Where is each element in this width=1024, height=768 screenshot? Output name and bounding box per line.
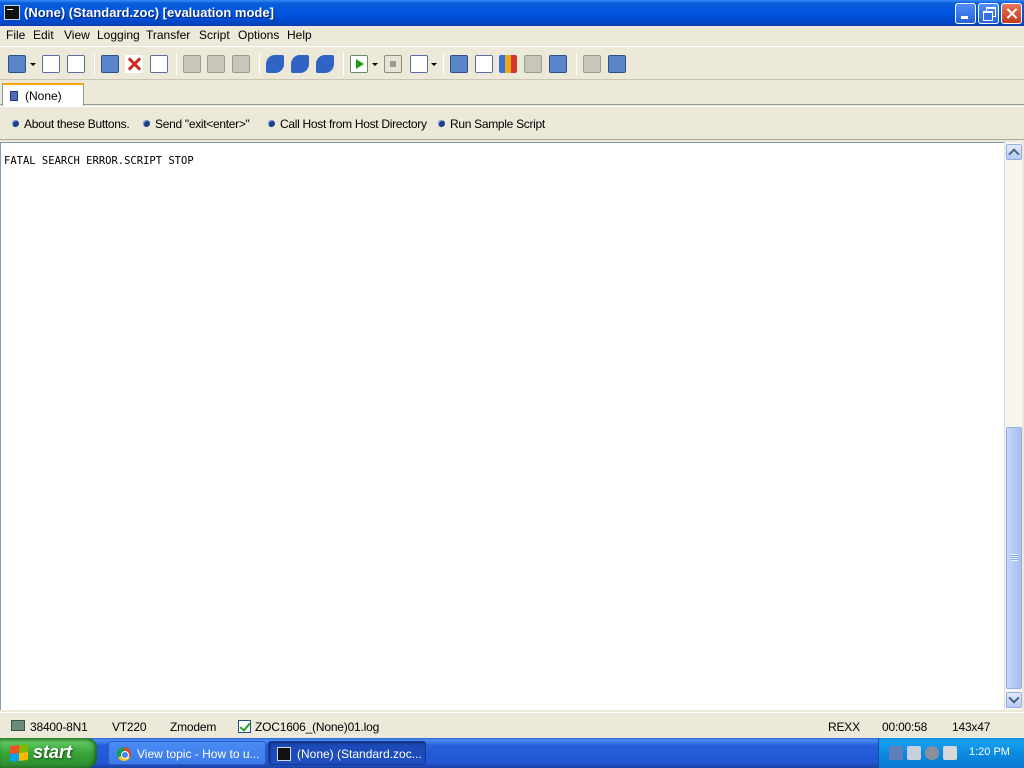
- toolbar-separator: [343, 53, 344, 75]
- start-button[interactable]: start: [0, 738, 97, 768]
- clock[interactable]: 1:20 PM: [969, 746, 1010, 758]
- bullet-icon: [438, 120, 445, 127]
- run-script-icon[interactable]: [350, 55, 368, 73]
- volume-icon[interactable]: [943, 746, 957, 760]
- menu-options[interactable]: Options: [238, 28, 279, 42]
- program-settings-icon[interactable]: [583, 55, 601, 73]
- toolbar-separator: [443, 53, 444, 75]
- paste-icon[interactable]: [207, 55, 225, 73]
- bullet-icon: [143, 120, 150, 127]
- toolbar-separator: [94, 53, 95, 75]
- terminal-icon: [277, 747, 291, 761]
- session-profile-icon[interactable]: [450, 55, 468, 73]
- system-tray: 1:20 PM: [878, 738, 1024, 768]
- toolbar-separator: [576, 53, 577, 75]
- quick-connect-icon[interactable]: [8, 55, 26, 73]
- menu-logging[interactable]: Logging: [97, 28, 140, 42]
- taskbar: start View topic - How to u... (None) (S…: [0, 738, 1024, 768]
- options-icon[interactable]: [608, 55, 626, 73]
- about-buttons-button[interactable]: About these Buttons.: [12, 117, 130, 131]
- menu-transfer[interactable]: Transfer: [146, 28, 190, 42]
- status-emulation[interactable]: VT220: [112, 720, 147, 734]
- bullet-icon: [268, 120, 275, 127]
- reply-icon[interactable]: [266, 55, 284, 73]
- emulation-settings-icon[interactable]: [524, 55, 542, 73]
- status-logfile[interactable]: ZOC1606_(None)01.log: [255, 720, 379, 734]
- scroll-up-button[interactable]: [1006, 144, 1022, 160]
- security-icon[interactable]: [925, 746, 939, 760]
- menu-file[interactable]: File: [6, 28, 25, 42]
- toolbar-separator: [176, 53, 177, 75]
- button-label: About these Buttons.: [24, 117, 130, 131]
- start-label: start: [33, 742, 73, 762]
- chrome-icon: [117, 747, 131, 761]
- terminal-screen[interactable]: FATAL SEARCH ERROR.SCRIPT STOP: [0, 142, 1004, 710]
- chevron-down-icon[interactable]: [30, 63, 36, 66]
- copy-icon[interactable]: [183, 55, 201, 73]
- restore-button[interactable]: [978, 3, 999, 24]
- minimize-button[interactable]: [955, 3, 976, 24]
- scroll-thumb[interactable]: [1006, 427, 1022, 689]
- button-label: Send "exit<enter>": [155, 117, 250, 131]
- terminal-app-icon[interactable]: [4, 5, 20, 20]
- status-connection[interactable]: 38400-8N1: [30, 720, 88, 734]
- menu-view[interactable]: View: [64, 28, 90, 42]
- menu-script[interactable]: Script: [199, 28, 230, 42]
- connection-icon: [11, 720, 25, 731]
- close-button[interactable]: [1001, 3, 1022, 24]
- send-exit-button[interactable]: Send "exit<enter>": [143, 117, 250, 131]
- windows-logo-icon: [10, 744, 28, 762]
- open-session-icon[interactable]: [42, 55, 60, 73]
- tab-label: (None): [25, 89, 62, 103]
- button-settings-icon[interactable]: [549, 55, 567, 73]
- print-icon[interactable]: [232, 55, 250, 73]
- terminal-output-line: FATAL SEARCH ERROR.SCRIPT STOP: [4, 155, 194, 167]
- host-directory-icon[interactable]: [67, 55, 85, 73]
- scroll-down-button[interactable]: [1006, 692, 1022, 708]
- window-title: (None) (Standard.zoc) [evaluation mode]: [24, 5, 274, 20]
- stop-script-icon[interactable]: [384, 55, 402, 73]
- logging-checkbox[interactable]: [238, 720, 251, 733]
- status-bar: 38400-8N1 VT220 Zmodem ZOC1606_(None)01.…: [0, 712, 1024, 738]
- taskbar-item-zoc[interactable]: (None) (Standard.zoc...: [268, 741, 426, 765]
- user-button-bar: About these Buttons. Send "exit<enter>" …: [0, 106, 1024, 140]
- status-screen-size: 143x47: [952, 720, 991, 734]
- tab-none[interactable]: (None): [2, 83, 84, 106]
- keyboard-profile-icon[interactable]: [475, 55, 493, 73]
- title-bar[interactable]: (None) (Standard.zoc) [evaluation mode]: [0, 0, 1024, 26]
- menu-help[interactable]: Help: [287, 28, 312, 42]
- vertical-scrollbar[interactable]: [1004, 142, 1022, 710]
- edit-script-icon[interactable]: [410, 55, 428, 73]
- menu-bar: File Edit View Logging Transfer Script O…: [0, 26, 1024, 45]
- chevron-down-icon[interactable]: [431, 63, 437, 66]
- status-script-lang: REXX: [828, 720, 860, 734]
- toolbar: [0, 46, 1024, 80]
- disconnect-icon[interactable]: [125, 55, 143, 73]
- upload-icon[interactable]: [291, 55, 309, 73]
- taskbar-item-browser[interactable]: View topic - How to u...: [108, 741, 266, 765]
- connect-icon[interactable]: [101, 55, 119, 73]
- menu-edit[interactable]: Edit: [33, 28, 54, 42]
- color-settings-icon[interactable]: [499, 55, 517, 73]
- network-icon[interactable]: [889, 746, 903, 760]
- chevron-down-icon[interactable]: [372, 63, 378, 66]
- task-label: (None) (Standard.zoc...: [297, 747, 422, 761]
- session-tab-strip: (None): [0, 81, 1024, 106]
- network-disconnected-icon[interactable]: [907, 746, 921, 760]
- session-icon: [10, 91, 18, 101]
- button-label: Call Host from Host Directory: [280, 117, 427, 131]
- download-icon[interactable]: [316, 55, 334, 73]
- run-sample-script-button[interactable]: Run Sample Script: [438, 117, 545, 131]
- bullet-icon: [12, 120, 19, 127]
- button-label: Run Sample Script: [450, 117, 545, 131]
- status-transfer[interactable]: Zmodem: [170, 720, 216, 734]
- new-tab-icon[interactable]: [150, 55, 168, 73]
- status-timer: 00:00:58: [882, 720, 928, 734]
- toolbar-separator: [259, 53, 260, 75]
- call-host-button[interactable]: Call Host from Host Directory: [268, 117, 427, 131]
- task-label: View topic - How to u...: [137, 747, 260, 761]
